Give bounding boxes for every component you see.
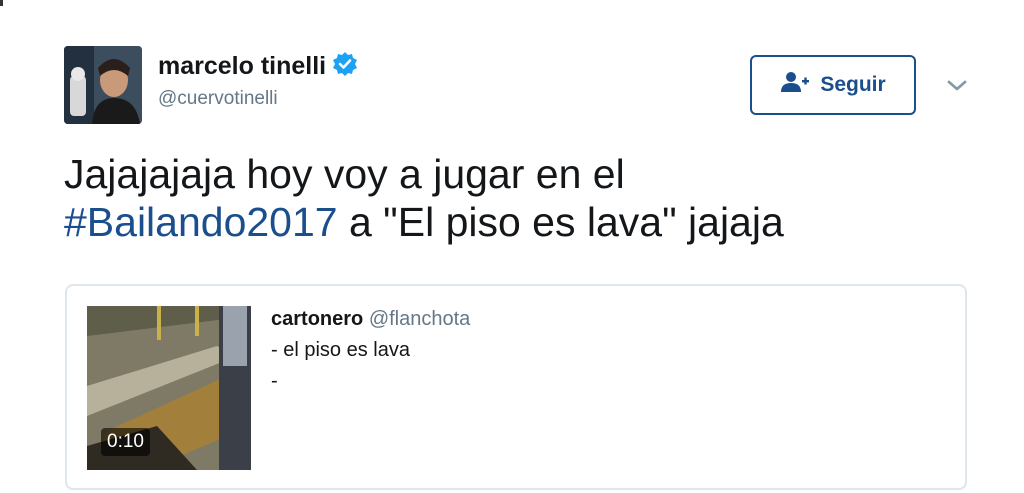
quoted-tweet-card[interactable]: 0:10 cartonero @flanchota - el piso es l… [65, 284, 967, 490]
verified-badge-icon [332, 51, 358, 82]
quoted-tweet-body: cartonero @flanchota - el piso es lava - [271, 308, 470, 393]
author-handle[interactable]: @cuervotinelli [158, 88, 358, 110]
quoted-author-name[interactable]: cartonero [271, 308, 363, 330]
quoted-text-line-2: - [271, 370, 278, 392]
tweet-text-line-2: #Bailando2017 a "El piso es lava" jajaja [64, 198, 964, 246]
follow-button[interactable]: Seguir [750, 55, 916, 115]
author-name[interactable]: marcelo tinelli [158, 52, 326, 81]
tweet-header: marcelo tinelli @cuervotinelli Seguir [64, 46, 984, 126]
hashtag-link[interactable]: #Bailando2017 [64, 199, 338, 245]
add-user-icon [780, 71, 810, 99]
chevron-down-icon[interactable] [946, 75, 968, 95]
tweet-text: Jajajajaja hoy voy a jugar en el #Bailan… [64, 150, 964, 246]
follow-button-label: Seguir [820, 73, 886, 96]
quoted-author-handle[interactable]: @flanchota [369, 308, 470, 330]
quoted-text-line-1: - el piso es lava [271, 339, 410, 361]
video-duration-badge: 0:10 [101, 428, 150, 456]
edge-fragment [0, 0, 3, 6]
avatar[interactable] [64, 46, 142, 124]
tweet-text-line-1: Jajajajaja hoy voy a jugar en el [64, 151, 625, 197]
video-thumbnail[interactable]: 0:10 [87, 306, 251, 470]
tweet-text-rest: a "El piso es lava" jajaja [337, 199, 784, 245]
quoted-author: cartonero @flanchota [271, 308, 470, 331]
avatar-image [64, 46, 142, 124]
author-block: marcelo tinelli @cuervotinelli [158, 50, 358, 110]
